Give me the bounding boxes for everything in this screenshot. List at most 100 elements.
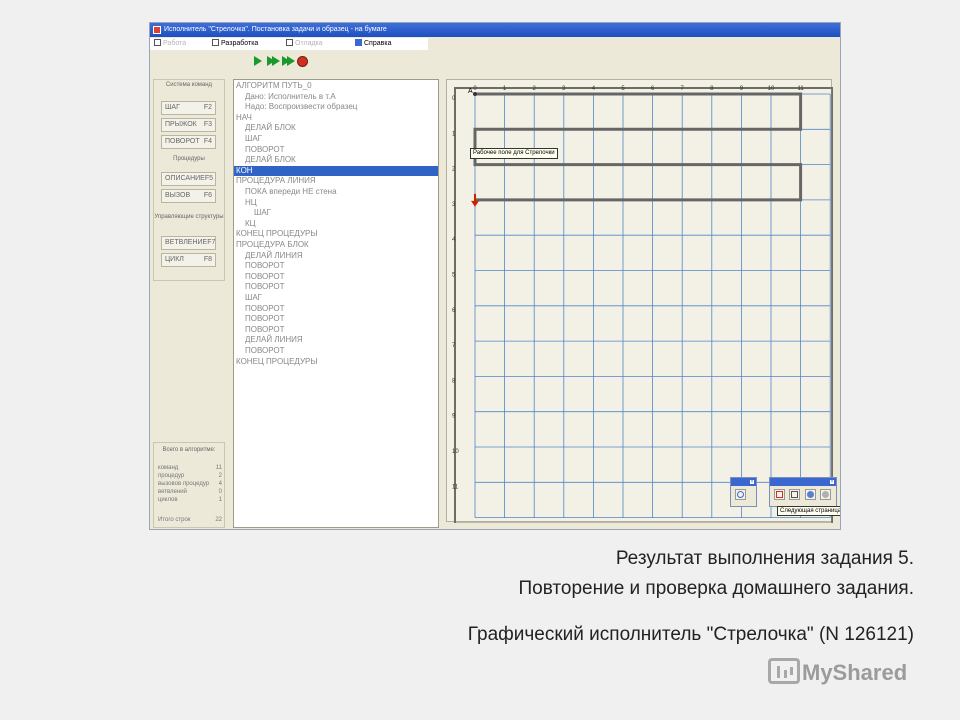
arrow-path [473, 92, 803, 202]
code-line[interactable]: ПРОЦЕДУРА ЛИНИЯ [234, 176, 438, 187]
stat-total-row: Итого строк 22 [158, 517, 222, 523]
help-icon [355, 39, 362, 46]
jump-button[interactable]: ПРЫЖОК F3 [161, 118, 216, 132]
code-line[interactable]: ПОВОРОТ [234, 314, 438, 325]
code-line[interactable]: Дано: Исполнитель в т.А [234, 92, 438, 103]
close-icon[interactable]: × [749, 479, 755, 485]
working-field[interactable]: 0 1 2 3 4 5 6 7 8 9 10 11 0 1 2 3 4 5 6 7 8 9 10 11 А [446, 79, 833, 523]
logo-icon [768, 658, 800, 684]
code-line[interactable]: НАЧ [234, 113, 438, 124]
code-line[interactable]: ПОВОРОТ [234, 282, 438, 293]
start-point [473, 92, 477, 96]
field-tooltip: Рабочее поле для Стрелочки [470, 148, 558, 159]
column-label: 10 [768, 86, 775, 92]
prev-page-button[interactable] [805, 489, 816, 500]
logo-text: MyShared [802, 660, 908, 685]
run-icon [254, 56, 262, 66]
slide-caption-line-1: Результат выполнения задания 5. [615, 548, 914, 569]
code-line[interactable]: КЦ [234, 219, 438, 230]
control-structures-caption: Управляющие структуры [154, 214, 224, 220]
prev-page-icon [807, 491, 814, 498]
slide-caption-line-2: Повторение и проверка домашнего задания. [518, 578, 915, 599]
arrow-icon [471, 200, 479, 207]
code-line[interactable]: КОН [234, 165, 438, 177]
code-line[interactable]: ДЕЛАЙ БЛОК [234, 123, 438, 134]
app-window: Исполнитель "Стрелочка". Постановка зада… [149, 22, 841, 530]
stat-row: циклов 1 [158, 497, 222, 503]
code-line[interactable]: Надо: Воспроизвести образец [234, 102, 438, 113]
next-page-icon [822, 491, 829, 498]
algorithm-editor[interactable]: АЛГОРИТМ ПУТЬ_0 Дано: Исполнитель в т.А На… [233, 79, 439, 528]
code-line[interactable]: КОНЕЦ ПРОЦЕДУРЫ [234, 229, 438, 240]
slide-caption-line-3: Графический исполнитель "Стрелочка" (N 1… [467, 624, 914, 645]
clear-button[interactable] [774, 489, 785, 500]
column-label: 11 [797, 86, 804, 92]
describe-button[interactable]: ОПИСАНИЕ F5 [161, 172, 216, 186]
debug-icon [286, 39, 293, 46]
code-line[interactable]: КОНЕЦ ПРОЦЕДУРЫ [234, 357, 438, 368]
clear-icon [776, 491, 783, 498]
run-fast-icon [287, 56, 295, 66]
code-line[interactable]: ПОВОРОТ [234, 145, 438, 156]
window-title: Исполнитель "Стрелочка". Постановка зада… [164, 26, 387, 33]
stats-panel: Всего в алгоритме: команд 11 процедур 2 вы… [153, 442, 225, 528]
code-line[interactable]: ПОВОРОТ [234, 304, 438, 315]
zoom-toolwindow: × [730, 477, 757, 507]
myshared-logo: MyShared [768, 658, 907, 688]
pages-toolwindow: × [769, 477, 837, 507]
close-icon[interactable]: × [829, 479, 835, 485]
app-icon [153, 26, 161, 34]
loop-button[interactable]: ЦИКЛ F8 [161, 253, 216, 267]
call-button[interactable]: ВЫЗОВ F6 [161, 189, 216, 203]
branch-button[interactable]: ВЕТВЛЕНИЕ F7 [161, 236, 216, 250]
run-steps-button[interactable] [267, 56, 280, 67]
title-bar: Исполнитель "Стрелочка". Постановка зада… [150, 23, 840, 37]
development-icon [212, 39, 219, 46]
run-steps-icon [272, 56, 280, 66]
code-line[interactable]: ДЕЛАЙ ЛИНИЯ [234, 251, 438, 262]
code-line[interactable]: ДЕЛАЙ ЛИНИЯ [234, 335, 438, 346]
stat-row: ветвлений 0 [158, 489, 222, 495]
next-page-button[interactable] [820, 489, 831, 500]
pages-icon [791, 491, 798, 498]
row-label: 10 [452, 449, 459, 455]
work-icon [154, 39, 161, 46]
menu-development[interactable]: Разработка [212, 38, 258, 50]
menu-bar: Работа Разработка Отладка Справка [150, 38, 428, 50]
stop-button[interactable] [297, 56, 308, 67]
code-line[interactable]: ПРОЦЕДУРА БЛОК [234, 240, 438, 251]
run-button[interactable] [253, 56, 264, 67]
row-label: 11 [452, 484, 459, 490]
procedures-caption: Процедуры [173, 156, 205, 162]
code-line[interactable]: ШАГ [234, 208, 438, 219]
start-label: А [468, 88, 473, 95]
zoom-button[interactable] [735, 489, 746, 500]
code-line[interactable]: НЦ [234, 198, 438, 209]
code-line[interactable]: ПОВОРОТ [234, 325, 438, 336]
menu-help[interactable]: Справка [355, 38, 391, 50]
menu-work[interactable]: Работа [154, 38, 186, 50]
code-line[interactable]: ШАГ [234, 134, 438, 145]
toolbar [150, 52, 840, 70]
zoom-icon [737, 491, 744, 498]
next-page-tooltip: Следующая страница [777, 506, 840, 516]
code-line[interactable]: АЛГОРИТМ ПУТЬ_0 [234, 81, 438, 92]
run-fast-button[interactable] [282, 56, 295, 67]
copy-page-button[interactable] [789, 489, 800, 500]
code-line[interactable]: ПОВОРОТ [234, 346, 438, 357]
code-line[interactable]: ДЕЛАЙ БЛОК [234, 155, 438, 166]
stat-row: вызовов процедур 4 [158, 481, 222, 487]
code-line[interactable]: ПОВОРОТ [234, 272, 438, 283]
command-panel: Система команд ШАГ F2 ПРЫЖОК F3 ПОВОРОТ F4 … [153, 79, 225, 281]
stop-icon [297, 56, 308, 67]
code-line[interactable]: ПОКА впереди НЕ стена [234, 187, 438, 198]
code-line[interactable]: ПОВОРОТ [234, 261, 438, 272]
stats-caption: Всего в алгоритме: [162, 447, 216, 453]
field-grid: 0 1 2 3 4 5 6 7 8 9 10 1101234567891011А [452, 86, 833, 523]
step-button[interactable]: ШАГ F2 [161, 101, 216, 115]
menu-debug[interactable]: Отладка [286, 38, 323, 50]
command-panel-caption: Система команд [165, 82, 213, 88]
turn-button[interactable]: ПОВОРОТ F4 [161, 135, 216, 149]
stat-row: процедур 2 [158, 473, 222, 479]
code-line[interactable]: ШАГ [234, 293, 438, 304]
